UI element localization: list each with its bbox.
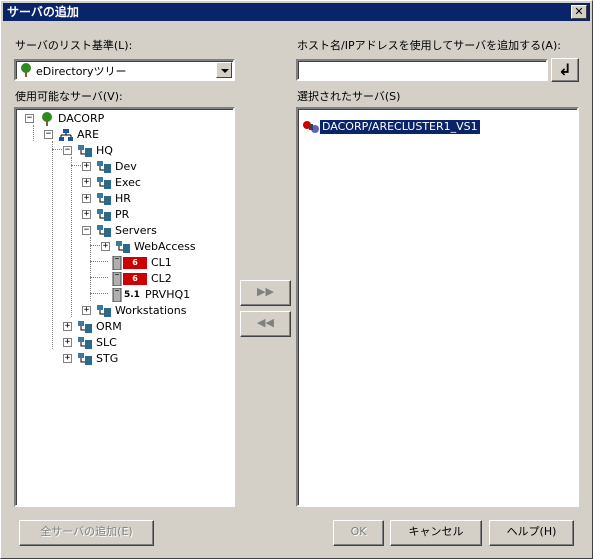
org-unit-icon bbox=[78, 337, 92, 349]
combo-value: eDirectoryツリー bbox=[36, 65, 127, 78]
expand-icon[interactable]: + bbox=[63, 354, 72, 363]
org-unit-icon bbox=[97, 225, 111, 237]
add-server-dialog: サーバの追加 ✕ サーバのリスト基準(L): eDirectoryツリー 使用可… bbox=[0, 0, 593, 559]
tree-label: WebAccess bbox=[134, 240, 196, 253]
list-basis-label: サーバのリスト基準(L): bbox=[15, 39, 133, 52]
expand-icon[interactable]: + bbox=[82, 162, 91, 171]
collapse-icon[interactable]: − bbox=[44, 130, 53, 139]
tree-label: HQ bbox=[96, 144, 113, 157]
server-icon bbox=[112, 272, 122, 286]
org-unit-icon bbox=[97, 209, 111, 221]
available-servers-label: 使用可能なサーバ(V): bbox=[15, 90, 123, 103]
tree-label: Exec bbox=[115, 176, 141, 189]
tree-label: ARE bbox=[77, 128, 100, 141]
selected-servers-list[interactable]: DACORP/ARECLUSTER1_VS1 bbox=[296, 107, 579, 507]
tree-icon bbox=[42, 112, 52, 126]
server-icon bbox=[112, 256, 122, 270]
org-unit-icon bbox=[78, 353, 92, 365]
remove-selected-button[interactable]: ◀◀ bbox=[240, 311, 291, 337]
collapse-icon[interactable]: − bbox=[25, 114, 34, 123]
tree-label: Dev bbox=[115, 160, 137, 173]
expand-icon[interactable]: + bbox=[82, 306, 91, 315]
host-label: ホスト名/IPアドレスを使用してサーバを追加する(A): bbox=[297, 39, 561, 52]
tree-label: Servers bbox=[115, 224, 157, 237]
tree-label: SLC bbox=[96, 336, 117, 349]
expand-icon[interactable]: + bbox=[82, 194, 91, 203]
collapse-icon[interactable]: − bbox=[82, 226, 91, 235]
org-unit-icon bbox=[97, 305, 111, 317]
expand-icon[interactable]: + bbox=[101, 242, 110, 251]
org-unit-icon bbox=[78, 321, 92, 333]
collapse-icon[interactable]: − bbox=[63, 146, 72, 155]
cancel-button[interactable]: キャンセル bbox=[390, 520, 482, 546]
help-button[interactable]: ヘルプ(H) bbox=[489, 520, 574, 546]
add-selected-button[interactable]: ▶▶ bbox=[240, 280, 291, 306]
server-icon bbox=[112, 288, 122, 302]
netware-badge: 6 bbox=[123, 273, 147, 285]
enter-button[interactable]: ↲ bbox=[551, 58, 579, 82]
list-basis-combo[interactable]: eDirectoryツリー bbox=[14, 59, 235, 81]
selected-servers-label: 選択されたサーバ(S) bbox=[297, 90, 401, 103]
tree-icon bbox=[21, 63, 31, 77]
tree-label: ORM bbox=[96, 320, 122, 333]
title-bar: サーバの追加 ✕ bbox=[3, 3, 590, 21]
window-title: サーバの追加 bbox=[7, 5, 79, 19]
tree-label: DACORP bbox=[58, 112, 105, 125]
expand-icon[interactable]: + bbox=[63, 338, 72, 347]
ok-button[interactable]: OK bbox=[333, 520, 384, 546]
tree-label: STG bbox=[96, 352, 119, 365]
tree-label: CL2 bbox=[151, 272, 172, 285]
netware-badge: 6 bbox=[123, 257, 147, 269]
organization-icon bbox=[59, 129, 73, 141]
cluster-server-icon bbox=[303, 121, 319, 133]
add-all-servers-button[interactable]: 全サーバの追加(E) bbox=[19, 520, 154, 546]
chevron-down-icon[interactable] bbox=[216, 62, 232, 78]
expand-icon[interactable]: + bbox=[82, 210, 91, 219]
tree-label: HR bbox=[115, 192, 131, 205]
selected-server-label: DACORP/ARECLUSTER1_VS1 bbox=[320, 120, 480, 134]
available-servers-tree[interactable]: − DACORP − ARE − HQ + Dev + Exec + HR + … bbox=[14, 107, 235, 507]
org-unit-icon bbox=[116, 241, 130, 253]
org-unit-icon bbox=[97, 177, 111, 189]
org-unit-icon bbox=[97, 193, 111, 205]
version-badge: 5.1 bbox=[124, 290, 140, 300]
org-unit-icon bbox=[78, 145, 92, 157]
expand-icon[interactable]: + bbox=[82, 178, 91, 187]
tree-label: PRVHQ1 bbox=[145, 288, 191, 301]
expand-icon[interactable]: + bbox=[63, 322, 72, 331]
close-button[interactable]: ✕ bbox=[571, 5, 587, 19]
org-unit-icon bbox=[97, 161, 111, 173]
tree-label: Workstations bbox=[115, 304, 187, 317]
host-input[interactable] bbox=[296, 59, 548, 81]
tree-label: PR bbox=[115, 208, 130, 221]
tree-label: CL1 bbox=[151, 256, 172, 269]
